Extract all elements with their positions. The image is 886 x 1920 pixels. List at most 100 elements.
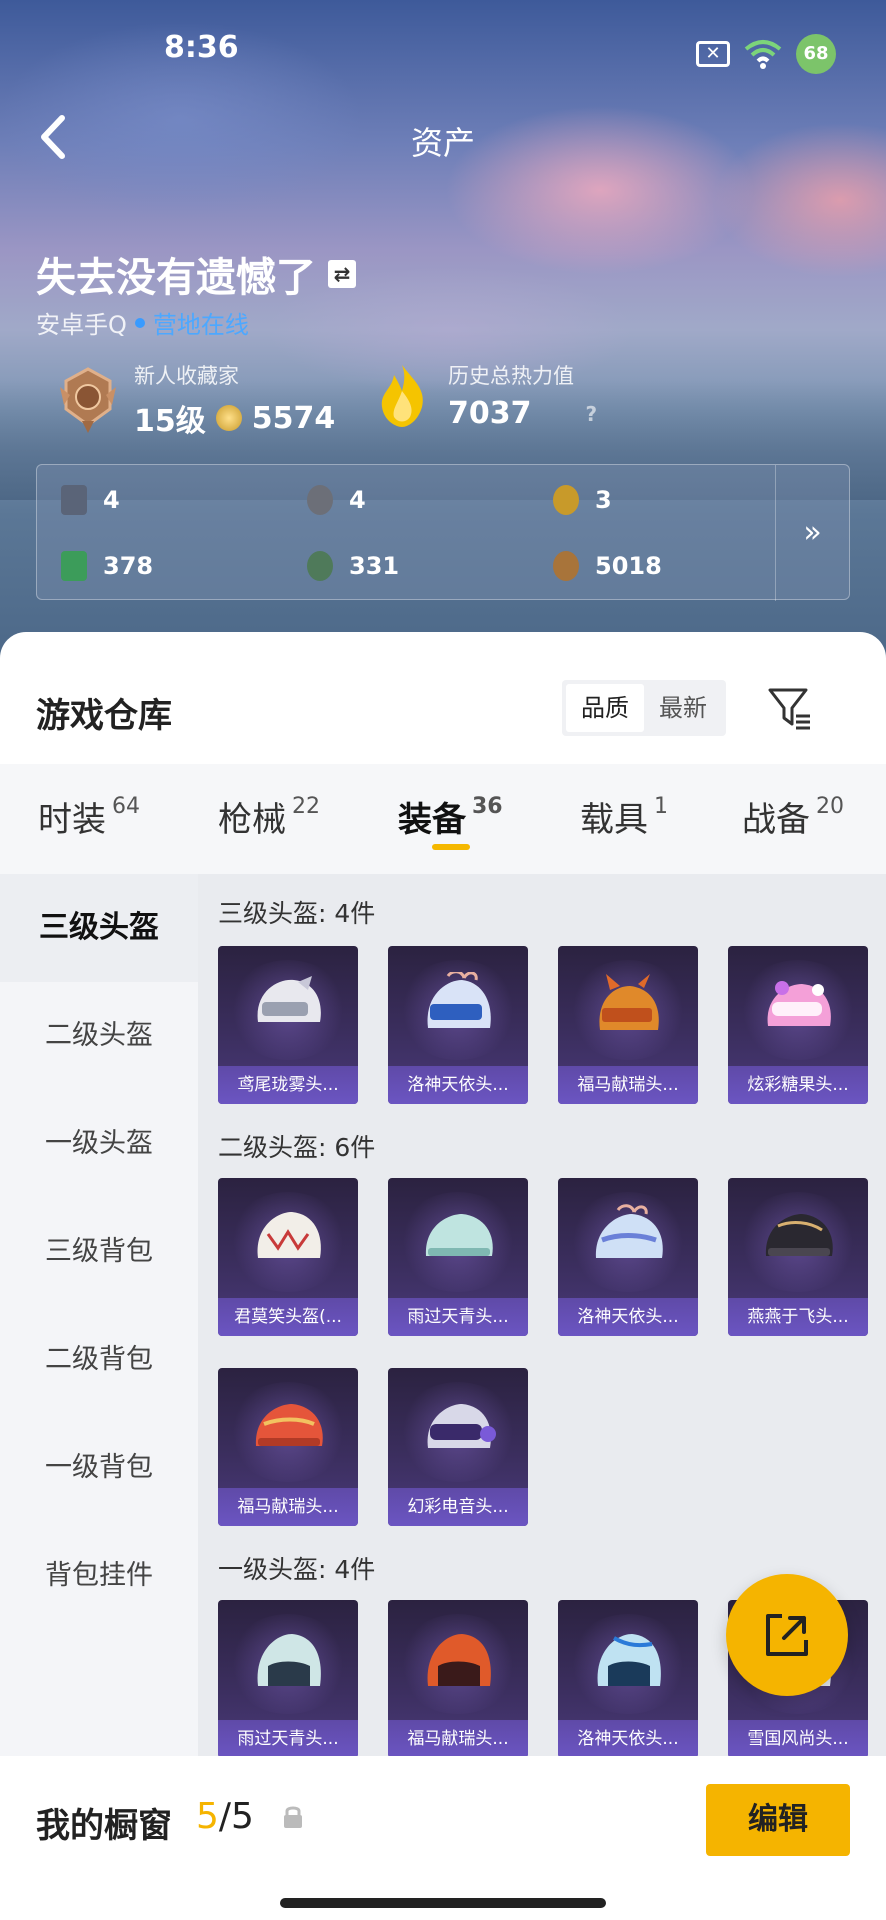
tab-count: 64 bbox=[112, 794, 140, 819]
item-card[interactable]: 炫彩糖果头... bbox=[728, 946, 868, 1104]
helmet-icon bbox=[599, 974, 659, 1030]
currency-item: 3 bbox=[553, 485, 612, 515]
currency-item: 331 bbox=[307, 551, 399, 581]
collector-title: 新人收藏家 bbox=[134, 364, 239, 388]
collector-stat[interactable]: 新人收藏家 15级 5574 bbox=[56, 360, 335, 440]
page-title: 资产 bbox=[410, 124, 475, 162]
tab-fashion[interactable]: 时装 64 bbox=[38, 792, 140, 841]
currency-value: 4 bbox=[103, 486, 120, 514]
side-item-level2-helmet[interactable]: 二级头盔 bbox=[0, 982, 198, 1090]
gold-badge-icon bbox=[553, 485, 579, 515]
tab-equipment[interactable]: 装备 36 bbox=[398, 792, 503, 841]
currency-item: 4 bbox=[61, 485, 120, 515]
helmet-icon bbox=[765, 1214, 833, 1256]
item-name: 福马献瑞头... bbox=[558, 1066, 698, 1104]
showcase-current: 5 bbox=[196, 1796, 219, 1837]
showcase-bar: 我的橱窗 5/5 编辑 bbox=[0, 1756, 886, 1920]
item-card[interactable]: 洛神天依头... bbox=[558, 1178, 698, 1336]
sort-toggle: 品质 最新 bbox=[562, 680, 726, 736]
item-card[interactable]: 洛神天依头... bbox=[388, 946, 528, 1104]
sort-quality-button[interactable]: 品质 bbox=[566, 684, 644, 732]
item-name: 洛神天依头... bbox=[558, 1298, 698, 1336]
item-card[interactable]: 洛神天依头... bbox=[558, 1600, 698, 1758]
item-card[interactable]: 君莫笑头盔(... bbox=[218, 1178, 358, 1336]
showcase-count: 5/5 bbox=[196, 1796, 254, 1837]
status-time: 8:36 bbox=[164, 30, 239, 65]
sort-newest-button[interactable]: 最新 bbox=[644, 684, 722, 732]
currency-value: 4 bbox=[349, 486, 366, 514]
warehouse-sheet: 游戏仓库 品质 最新 时装 64 枪械 22 装备 36 载具 1 战备 20 … bbox=[0, 632, 886, 1920]
battery-icon: 68 bbox=[796, 34, 836, 74]
chevron-right-double-icon[interactable]: » bbox=[775, 465, 849, 601]
profile-subtitle: 安卓手Q 营地在线 bbox=[36, 305, 249, 340]
helmet-icon bbox=[595, 1204, 663, 1258]
bronze-coin-icon bbox=[553, 551, 579, 581]
profile-name: 失去没有遗憾了 bbox=[36, 255, 316, 301]
tab-label: 装备 bbox=[398, 800, 466, 840]
tab-label: 战备 bbox=[742, 800, 810, 840]
item-card[interactable]: 福马献瑞头... bbox=[218, 1368, 358, 1526]
lock-icon bbox=[284, 1806, 302, 1828]
item-card[interactable]: 福马献瑞头... bbox=[558, 946, 698, 1104]
helmet-icon bbox=[425, 1214, 493, 1256]
item-name: 雨过天青头... bbox=[218, 1720, 358, 1758]
section-title: 二级头盔: 6件 bbox=[218, 1133, 376, 1162]
currency-panel[interactable]: 4 4 3 378 331 5018 » bbox=[36, 464, 850, 601]
home-indicator[interactable] bbox=[280, 1898, 606, 1908]
side-item-backpack-charm[interactable]: 背包挂件 bbox=[0, 1522, 198, 1630]
side-item-level3-backpack[interactable]: 三级背包 bbox=[0, 1198, 198, 1306]
item-card[interactable]: 福马献瑞头... bbox=[388, 1600, 528, 1758]
heat-value: 7037 bbox=[448, 396, 532, 431]
helmet-icon bbox=[257, 1634, 321, 1686]
share-icon bbox=[766, 1614, 808, 1656]
status-bar: 8:36 ✕ 68 bbox=[0, 0, 886, 100]
share-button[interactable] bbox=[726, 1574, 848, 1696]
showcase-title: 我的橱窗 bbox=[36, 1806, 172, 1846]
tab-vehicles[interactable]: 载具 1 bbox=[580, 792, 668, 841]
item-name: 福马献瑞头... bbox=[388, 1720, 528, 1758]
tab-weapons[interactable]: 枪械 22 bbox=[218, 792, 320, 841]
item-card[interactable]: 雨过天青头... bbox=[218, 1600, 358, 1758]
tab-supplies[interactable]: 战备 20 bbox=[742, 792, 844, 841]
tab-count: 36 bbox=[472, 794, 503, 819]
online-status: 营地在线 bbox=[152, 311, 249, 339]
helmet-icon bbox=[255, 1404, 323, 1446]
online-dot-icon bbox=[134, 317, 145, 328]
section-title: 一级头盔: 4件 bbox=[218, 1555, 376, 1584]
currency-value: 5018 bbox=[595, 552, 662, 580]
tab-count: 22 bbox=[292, 794, 320, 819]
item-card[interactable]: 幻彩电音头... bbox=[388, 1368, 528, 1526]
helmet-icon bbox=[427, 1404, 496, 1448]
flame-icon bbox=[381, 364, 423, 427]
item-name: 福马献瑞头... bbox=[218, 1488, 358, 1526]
side-item-level3-helmet[interactable]: 三级头盔 bbox=[0, 874, 198, 982]
side-item-level2-backpack[interactable]: 二级背包 bbox=[0, 1306, 198, 1414]
item-card[interactable]: 燕燕于飞头... bbox=[728, 1178, 868, 1336]
item-name: 幻彩电音头... bbox=[388, 1488, 528, 1526]
help-icon[interactable]: ? bbox=[586, 402, 598, 426]
wifi-icon bbox=[744, 39, 782, 69]
item-name: 燕燕于飞头... bbox=[728, 1298, 868, 1336]
side-item-level1-helmet[interactable]: 一级头盔 bbox=[0, 1090, 198, 1198]
heat-stat[interactable]: 历史总热力值 7037 ? bbox=[370, 360, 597, 431]
warehouse-header: 游戏仓库 品质 最新 bbox=[0, 632, 886, 764]
heat-label: 历史总热力值 bbox=[448, 364, 574, 388]
collector-level: 15级 bbox=[134, 404, 206, 439]
platform-label: 安卓手Q bbox=[36, 311, 127, 339]
currency-item: 4 bbox=[307, 485, 366, 515]
filter-icon[interactable] bbox=[766, 684, 814, 732]
item-card[interactable]: 鸢尾珑雾头... bbox=[218, 946, 358, 1104]
tab-count: 20 bbox=[816, 794, 844, 819]
item-name: 鸢尾珑雾头... bbox=[218, 1066, 358, 1104]
helmet-icon bbox=[427, 1634, 491, 1686]
side-item-level1-backpack[interactable]: 一级背包 bbox=[0, 1414, 198, 1522]
item-card[interactable]: 雨过天青头... bbox=[388, 1178, 528, 1336]
switch-account-icon[interactable]: ⇄ bbox=[328, 260, 356, 288]
coin-value: 5574 bbox=[251, 400, 336, 436]
currency-value: 331 bbox=[349, 552, 400, 580]
active-tab-indicator bbox=[432, 844, 470, 850]
edit-button[interactable]: 编辑 bbox=[706, 1784, 850, 1856]
currency-item: 378 bbox=[61, 551, 153, 581]
currency-item: 5018 bbox=[553, 551, 662, 581]
helmet-icon bbox=[427, 972, 491, 1028]
